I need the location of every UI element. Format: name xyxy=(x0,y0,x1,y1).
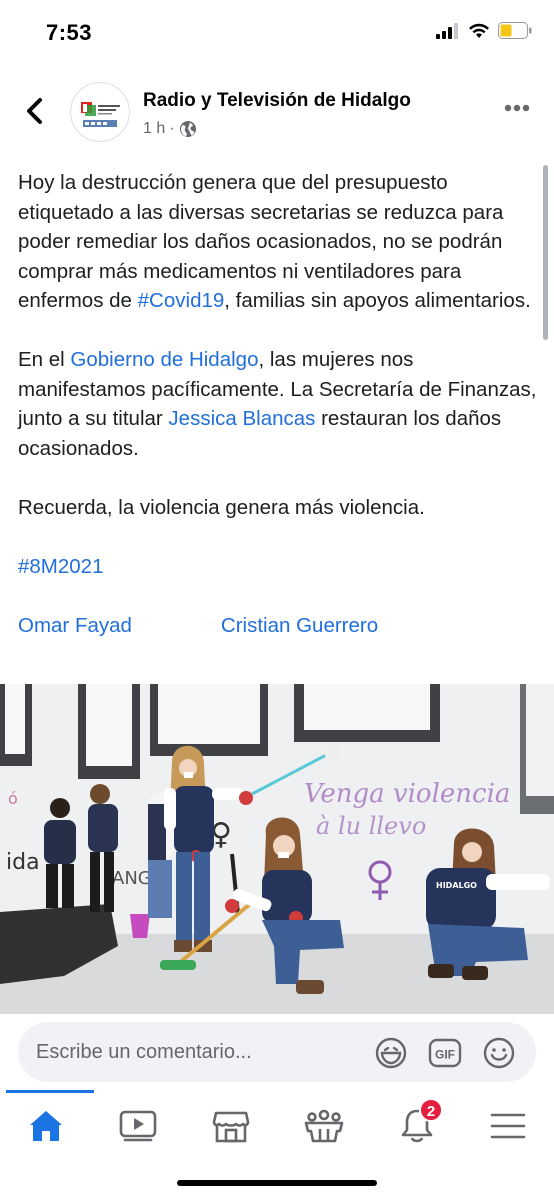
tab-home[interactable] xyxy=(16,1102,76,1150)
post-meta: 1 h · xyxy=(143,120,197,138)
back-icon[interactable] xyxy=(22,96,48,126)
sticker-icon[interactable] xyxy=(374,1036,408,1070)
page-avatar[interactable] xyxy=(70,82,130,142)
home-icon xyxy=(30,1111,62,1141)
gif-icon[interactable]: GIF xyxy=(428,1036,462,1070)
mentions: Omar Fayad Cristian Guerrero xyxy=(18,611,538,641)
tab-menu[interactable] xyxy=(478,1102,538,1150)
svg-text:ida: ida xyxy=(6,850,40,875)
svg-text:Venga violencia: Venga violencia xyxy=(304,779,510,809)
mention-omar-fayad[interactable]: Omar Fayad xyxy=(18,611,132,641)
status-time: 7:53 xyxy=(46,20,93,45)
groups-icon xyxy=(304,1109,344,1143)
menu-icon xyxy=(490,1113,526,1139)
post-paragraph-4: #8M2021 xyxy=(18,552,538,582)
tab-bar: 2 xyxy=(0,1090,554,1200)
home-indicator xyxy=(177,1180,377,1186)
comment-input[interactable]: Escribe un comentario... GIF xyxy=(18,1022,536,1082)
more-icon[interactable] xyxy=(504,104,530,112)
svg-text:HIDALGO: HIDALGO xyxy=(436,881,477,890)
svg-text:à lu llevo: à lu llevo xyxy=(316,812,426,840)
post-time[interactable]: 1 h xyxy=(143,120,165,138)
hashtag-covid19[interactable]: #Covid19 xyxy=(138,289,225,312)
wifi-icon xyxy=(469,23,489,38)
battery-icon xyxy=(498,22,532,39)
post-text: En el xyxy=(18,348,71,371)
scrollbar[interactable] xyxy=(543,165,548,340)
tab-notifications[interactable]: 2 xyxy=(387,1098,447,1150)
tab-marketplace[interactable] xyxy=(201,1102,261,1150)
tab-groups[interactable] xyxy=(294,1102,354,1150)
post-paragraph-1: Hoy la destrucción genera que del presup… xyxy=(18,168,538,316)
signal-icon xyxy=(436,22,458,39)
page-logo-icon xyxy=(81,102,120,127)
globe-icon xyxy=(179,121,196,137)
post-photo[interactable]: ida ó Venga violencia à lu llevo ANGUI ♀ xyxy=(0,684,554,1014)
marketplace-icon xyxy=(212,1111,250,1143)
post-body: Hoy la destrucción genera que del presup… xyxy=(18,168,538,640)
hashtag-8m2021[interactable]: #8M2021 xyxy=(18,555,103,578)
status-bar: 7:53 xyxy=(0,0,554,66)
photo-illustration: ida ó Venga violencia à lu llevo ANGUI ♀ xyxy=(0,684,554,1014)
post-paragraph-3: Recuerda, la violencia genera más violen… xyxy=(18,495,425,519)
svg-text:ó: ó xyxy=(8,789,18,808)
video-icon xyxy=(119,1110,157,1142)
svg-text:GIF: GIF xyxy=(435,1048,455,1062)
link-gobierno-hidalgo[interactable]: Gobierno de Hidalgo xyxy=(70,348,258,371)
emoji-icon[interactable] xyxy=(482,1036,516,1070)
comment-placeholder: Escribe un comentario... xyxy=(36,1041,252,1063)
page-name[interactable]: Radio y Televisión de Hidalgo xyxy=(143,90,411,112)
mention-cristian-guerrero[interactable]: Cristian Guerrero xyxy=(221,611,378,641)
notification-badge: 2 xyxy=(419,1098,443,1122)
comment-bar: Escribe un comentario... GIF xyxy=(0,1014,554,1090)
post-header: Radio y Televisión de Hidalgo 1 h · xyxy=(0,80,554,152)
meta-separator: · xyxy=(169,120,175,137)
link-jessica-blancas[interactable]: Jessica Blancas xyxy=(168,407,315,430)
active-tab-indicator xyxy=(6,1090,94,1093)
post-paragraph-2: En el Gobierno de Hidalgo, las mujeres n… xyxy=(18,345,538,463)
tab-watch[interactable] xyxy=(108,1102,168,1150)
status-icons xyxy=(436,22,532,39)
post-text: , familias sin apoyos alimentarios. xyxy=(224,289,531,312)
